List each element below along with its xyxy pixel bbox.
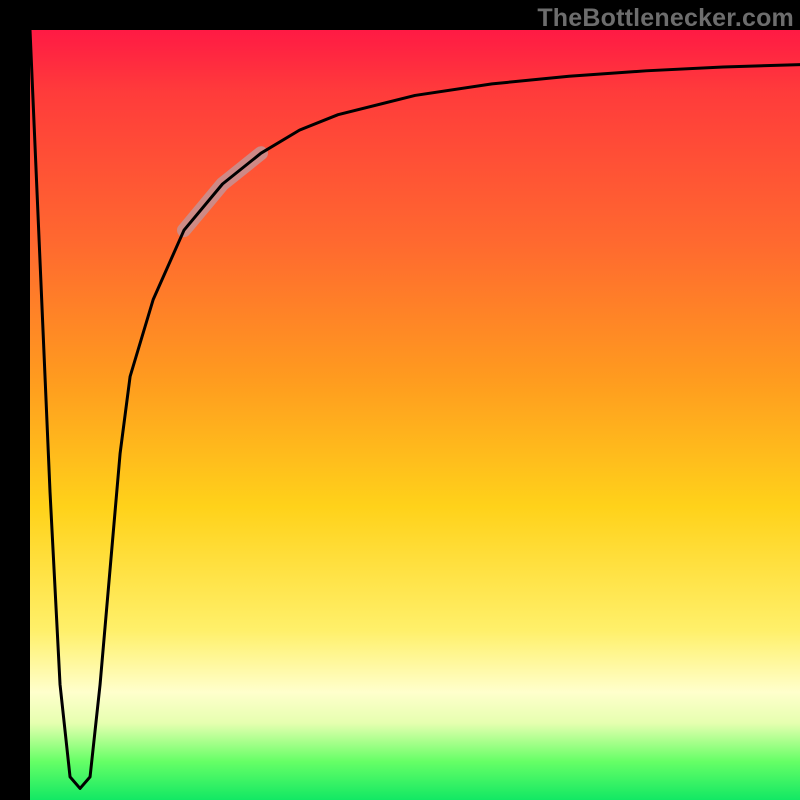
watermark-label: TheBottleneсker.com <box>537 4 794 33</box>
bottleneck-curve <box>30 30 800 788</box>
curve-layer <box>30 30 800 800</box>
chart-frame: TheBottleneсker.com <box>0 0 800 800</box>
